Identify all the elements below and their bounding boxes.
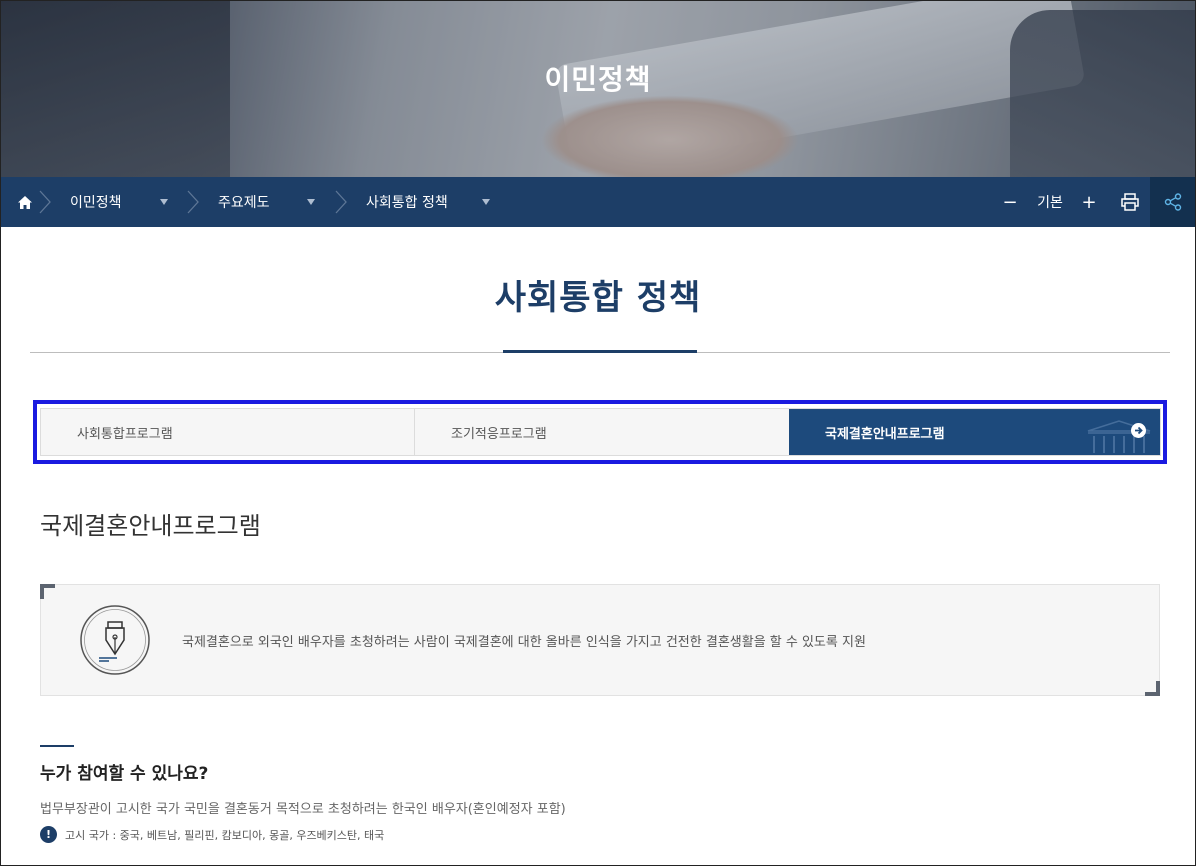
exclamation-icon: !	[40, 826, 57, 843]
hero-banner: 이민정책	[0, 0, 1196, 177]
zoom-in-button[interactable]: +	[1077, 177, 1101, 227]
zoom-out-button[interactable]: −	[998, 177, 1022, 227]
tab-label: 조기적응프로그램	[451, 426, 547, 442]
breadcrumb-label: 이민정책	[70, 195, 122, 211]
page-title: 사회통합 정책	[494, 278, 702, 318]
tab-label: 사회통합프로그램	[77, 426, 173, 442]
program-tabs: 사회통합프로그램 조기적응프로그램 국제결혼안내프로그램	[40, 408, 1161, 456]
who-title: 누가 참여할 수 있나요?	[40, 764, 209, 784]
chevron-down-icon	[482, 199, 490, 205]
section-title: 국제결혼안내프로그램	[40, 512, 261, 540]
breadcrumb-label: 사회통합 정책	[366, 195, 448, 211]
tab-label: 국제결혼안내프로그램	[825, 426, 945, 442]
breadcrumb-separator-icon	[39, 190, 51, 214]
breadcrumb-item-social-integration[interactable]: 사회통합 정책	[366, 177, 496, 227]
summary-text: 국제결혼으로 외국인 배우자를 초청하려는 사람이 국제결혼에 대한 올바른 인…	[182, 635, 866, 650]
fountain-pen-icon	[80, 605, 150, 675]
breadcrumb-bar: 이민정책 주요제도 사회통합 정책 − 기본 +	[0, 177, 1196, 227]
breadcrumb-separator-icon	[335, 190, 347, 214]
who-accent-bar	[40, 745, 74, 747]
chevron-down-icon	[307, 199, 315, 205]
tab-early-adaptation-program[interactable]: 조기적응프로그램	[415, 409, 789, 455]
hero-title: 이민정책	[544, 63, 652, 96]
arrow-right-icon	[1131, 423, 1146, 438]
who-description: 법무부장관이 고시한 국가 국민을 결혼동거 목적으로 초청하려는 한국인 배우…	[40, 802, 566, 817]
chevron-down-icon	[160, 199, 168, 205]
home-icon[interactable]	[14, 192, 36, 212]
breadcrumb-label: 주요제도	[218, 195, 270, 211]
breadcrumb-item-main-system[interactable]: 주요제도	[218, 177, 318, 227]
printer-icon[interactable]	[1118, 177, 1142, 227]
tab-social-integration-program[interactable]: 사회통합프로그램	[41, 409, 415, 455]
breadcrumb-separator-icon	[187, 190, 199, 214]
breadcrumb-item-immigration-policy[interactable]: 이민정책	[70, 177, 170, 227]
summary-box-corner-bottom-right	[1145, 681, 1160, 696]
title-accent-bar	[503, 350, 697, 353]
summary-box-corner-top-left	[40, 584, 55, 599]
share-icon[interactable]	[1150, 177, 1196, 227]
zoom-level: 기본	[1037, 195, 1063, 211]
notice-countries: 고시 국가 : 중국, 베트남, 필리핀, 캄보디아, 몽골, 우즈베키스탄, …	[65, 829, 385, 842]
tab-international-marriage-program[interactable]: 국제결혼안내프로그램	[789, 409, 1160, 455]
